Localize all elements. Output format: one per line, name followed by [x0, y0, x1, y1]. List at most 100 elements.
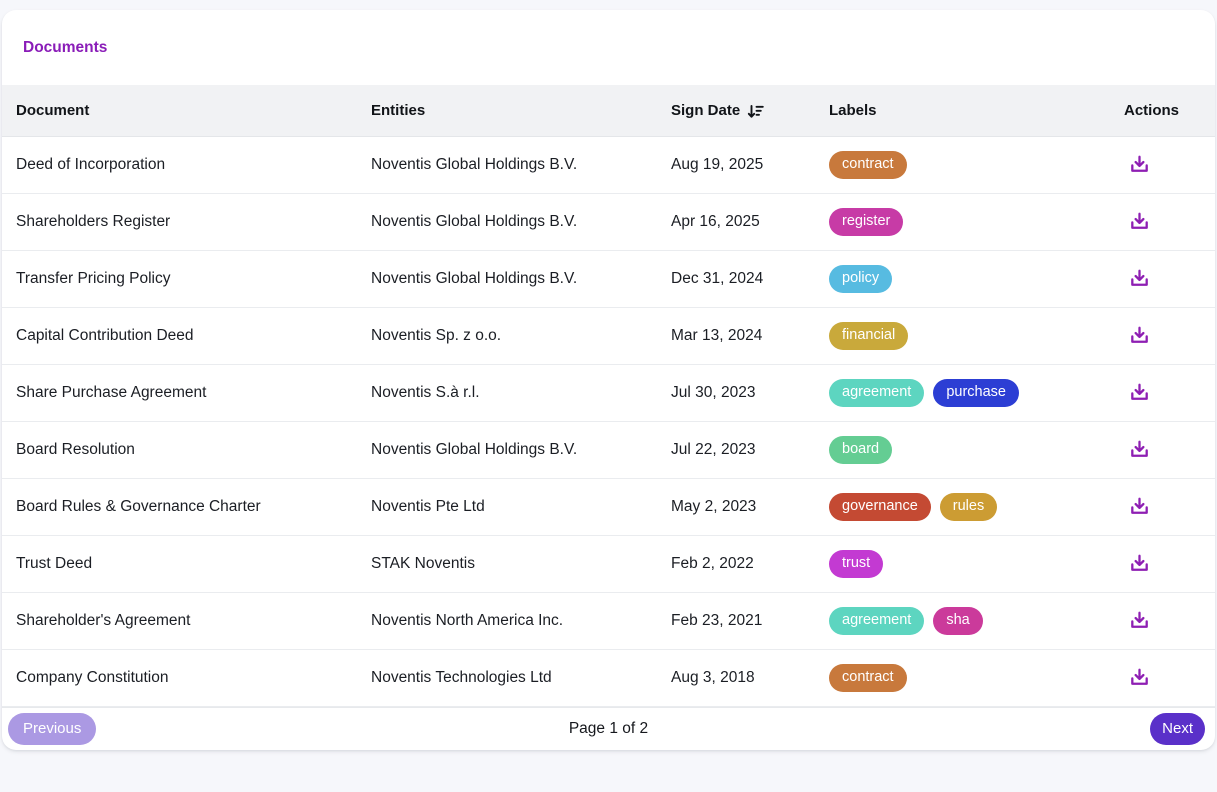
labels-cell: financial — [815, 322, 1110, 350]
actions-cell — [1110, 263, 1215, 295]
document-name: Shareholders Register — [16, 213, 171, 230]
sign-date: Apr 16, 2025 — [671, 213, 760, 230]
column-header-sign-date[interactable]: Sign Date — [657, 101, 815, 120]
table-row: Board Rules & Governance Charter Noventi… — [2, 479, 1215, 536]
labels-cell: board — [815, 436, 1110, 464]
entity-name: Noventis Global Holdings B.V. — [371, 156, 578, 173]
label-pill: financial — [829, 322, 909, 350]
download-button[interactable] — [1124, 605, 1155, 636]
download-button[interactable] — [1124, 377, 1155, 408]
labels-cell: agreement purchase — [815, 379, 1110, 407]
sign-date: Aug 3, 2018 — [671, 669, 755, 686]
labels-cell: contract — [815, 664, 1110, 692]
download-icon — [1128, 666, 1151, 689]
actions-cell — [1110, 434, 1215, 466]
download-icon — [1128, 609, 1151, 632]
download-icon — [1128, 381, 1151, 404]
sign-date: Dec 31, 2024 — [671, 270, 764, 287]
sign-date: Aug 19, 2025 — [671, 156, 764, 173]
label-pill: board — [829, 436, 893, 464]
document-name: Board Resolution — [16, 441, 135, 458]
actions-cell — [1110, 206, 1215, 238]
document-name: Board Rules & Governance Charter — [16, 498, 261, 515]
download-button[interactable] — [1124, 206, 1155, 237]
pagination-bar: Previous Page 1 of 2 Next — [2, 707, 1215, 750]
card-header: Documents — [2, 10, 1215, 85]
label-pill: rules — [939, 493, 998, 521]
previous-button[interactable]: Previous — [8, 713, 97, 745]
download-icon — [1128, 153, 1151, 176]
document-name: Company Constitution — [16, 669, 169, 686]
actions-cell — [1110, 548, 1215, 580]
label-pill: policy — [829, 265, 893, 293]
table-row: Shareholder's Agreement Noventis North A… — [2, 593, 1215, 650]
download-button[interactable] — [1124, 491, 1155, 522]
labels-cell: register — [815, 208, 1110, 236]
actions-cell — [1110, 149, 1215, 181]
label-pill: agreement — [829, 379, 925, 407]
entity-name: Noventis Global Holdings B.V. — [371, 441, 578, 458]
download-button[interactable] — [1124, 548, 1155, 579]
column-header-entities[interactable]: Entities — [357, 102, 657, 119]
next-button[interactable]: Next — [1150, 713, 1205, 745]
actions-cell — [1110, 662, 1215, 694]
download-icon — [1128, 495, 1151, 518]
download-button[interactable] — [1124, 149, 1155, 180]
sign-date: May 2, 2023 — [671, 498, 757, 515]
column-header-actions: Actions — [1124, 102, 1180, 119]
entity-name: Noventis Global Holdings B.V. — [371, 270, 578, 287]
document-name: Trust Deed — [16, 555, 93, 572]
sort-descending-icon — [747, 103, 764, 120]
table-row: Company Constitution Noventis Technologi… — [2, 650, 1215, 707]
download-icon — [1128, 552, 1151, 575]
download-button[interactable] — [1124, 263, 1155, 294]
label-pill: sha — [933, 607, 983, 635]
column-header-sign-date-label: Sign Date — [671, 102, 741, 119]
label-pill: purchase — [933, 379, 1019, 407]
download-icon — [1128, 324, 1151, 347]
document-name: Capital Contribution Deed — [16, 327, 194, 344]
label-pill: contract — [829, 664, 907, 692]
document-name: Deed of Incorporation — [16, 156, 166, 173]
label-pill: governance — [829, 493, 931, 521]
sign-date: Mar 13, 2024 — [671, 327, 763, 344]
entity-name: Noventis North America Inc. — [371, 612, 564, 629]
table-row: Share Purchase Agreement Noventis S.à r.… — [2, 365, 1215, 422]
download-icon — [1128, 210, 1151, 233]
labels-cell: contract — [815, 151, 1110, 179]
table-row: Trust Deed STAK Noventis Feb 2, 2022 tru… — [2, 536, 1215, 593]
documents-card: Documents Document Entities Sign Date La… — [2, 10, 1215, 750]
table-row: Shareholders Register Noventis Global Ho… — [2, 194, 1215, 251]
label-pill: contract — [829, 151, 907, 179]
table-row: Capital Contribution Deed Noventis Sp. z… — [2, 308, 1215, 365]
document-name: Shareholder's Agreement — [16, 612, 191, 629]
download-icon — [1128, 438, 1151, 461]
labels-cell: policy — [815, 265, 1110, 293]
entity-name: Noventis Global Holdings B.V. — [371, 213, 578, 230]
actions-cell — [1110, 320, 1215, 352]
download-icon — [1128, 267, 1151, 290]
document-name: Share Purchase Agreement — [16, 384, 207, 401]
column-header-labels: Labels — [829, 102, 877, 119]
entity-name: Noventis S.à r.l. — [371, 384, 480, 401]
page-title: Documents — [23, 38, 108, 56]
sign-date: Feb 2, 2022 — [671, 555, 754, 572]
download-button[interactable] — [1124, 320, 1155, 351]
label-pill: trust — [829, 550, 884, 578]
labels-cell: agreement sha — [815, 607, 1110, 635]
table-body: Deed of Incorporation Noventis Global Ho… — [2, 137, 1215, 707]
sign-date: Jul 22, 2023 — [671, 441, 756, 458]
download-button[interactable] — [1124, 662, 1155, 693]
table-row: Board Resolution Noventis Global Holding… — [2, 422, 1215, 479]
table-header-row: Document Entities Sign Date Labels Actio… — [2, 85, 1215, 137]
actions-cell — [1110, 377, 1215, 409]
labels-cell: governance rules — [815, 493, 1110, 521]
entity-name: Noventis Technologies Ltd — [371, 669, 552, 686]
label-pill: agreement — [829, 607, 925, 635]
column-header-document[interactable]: Document — [2, 102, 357, 119]
entity-name: STAK Noventis — [371, 555, 475, 572]
actions-cell — [1110, 605, 1215, 637]
actions-cell — [1110, 491, 1215, 523]
page-status: Page 1 of 2 — [568, 720, 649, 737]
download-button[interactable] — [1124, 434, 1155, 465]
